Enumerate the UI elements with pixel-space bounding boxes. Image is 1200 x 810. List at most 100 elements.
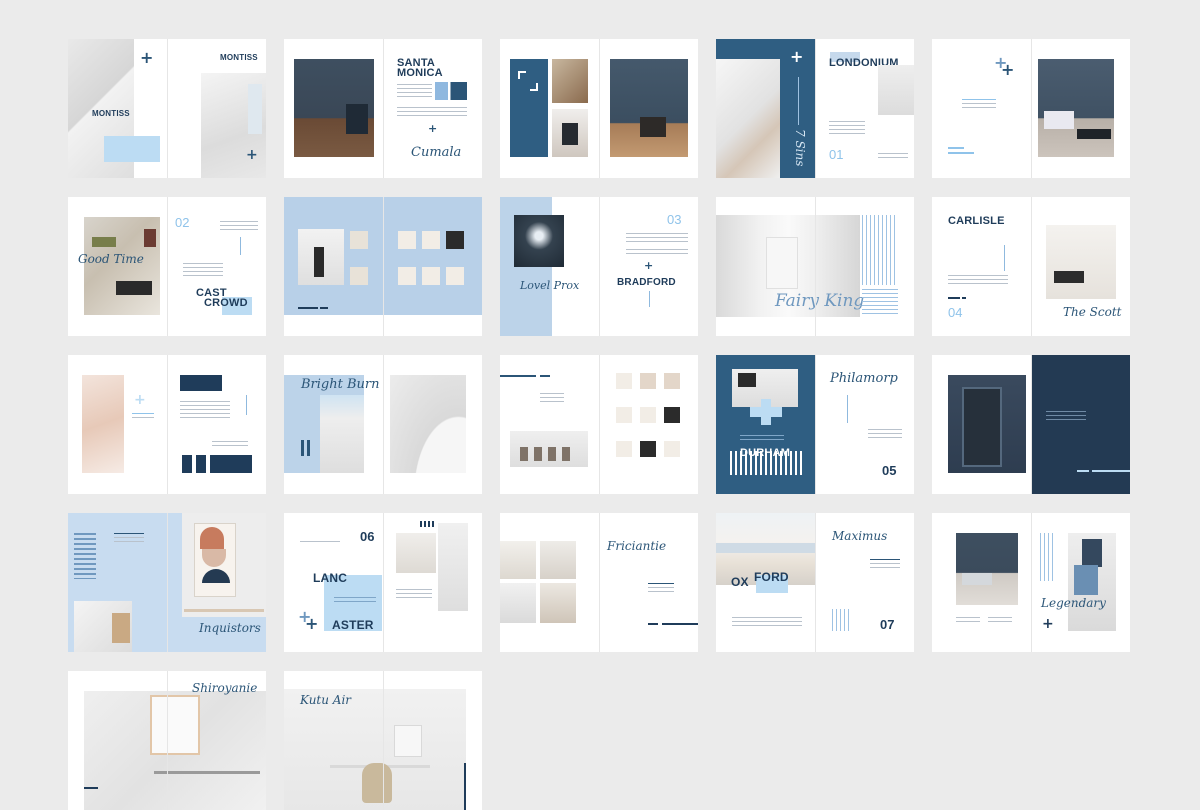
script-title: Inquistors xyxy=(199,621,261,635)
body-text xyxy=(878,153,908,161)
accent-bar xyxy=(540,375,550,377)
title-line1: LANC xyxy=(313,571,348,585)
body-text xyxy=(1046,411,1086,423)
body-text xyxy=(829,121,865,137)
vertical-stripes xyxy=(1040,533,1054,581)
chair-thumb xyxy=(640,441,656,457)
script-title: Cumala xyxy=(411,145,462,160)
divider xyxy=(240,237,241,255)
bed xyxy=(1044,111,1074,129)
plus-icon: + xyxy=(644,259,654,272)
corner-mark xyxy=(530,83,538,91)
spread-legendary[interactable]: Legendary + xyxy=(932,513,1130,652)
spread-durham[interactable]: DURHAM Philamorp 05 xyxy=(716,355,914,494)
spread-fabric[interactable]: + xyxy=(68,355,266,494)
script-title: Philamorp xyxy=(830,371,898,386)
spread-castcrowd[interactable]: Good Time 02 CAST CROWD xyxy=(68,197,266,336)
accent-bar xyxy=(320,307,328,309)
body-text xyxy=(740,435,784,443)
spread-lancaster[interactable]: 06 LANC ASTER + + xyxy=(284,513,482,652)
spread-bright-burn[interactable]: Bright Burn xyxy=(284,355,482,494)
accent-bar xyxy=(648,623,658,625)
vase xyxy=(314,247,324,277)
dark-swatch xyxy=(116,281,152,295)
body-text xyxy=(397,107,467,119)
book-stack xyxy=(1054,271,1084,283)
script-title: 7 Sins xyxy=(793,129,807,167)
doorway xyxy=(766,237,798,289)
script-title: Shiroyanie xyxy=(192,681,258,695)
accent-bar xyxy=(662,623,698,625)
spread-montiss[interactable]: + MONTISS MONTISS + xyxy=(68,39,266,178)
body-text xyxy=(397,84,432,100)
accent-bar xyxy=(84,787,98,789)
divider xyxy=(847,395,848,423)
body-text xyxy=(868,429,902,441)
body-text xyxy=(180,401,230,421)
frame xyxy=(394,725,422,757)
spread-oxford[interactable]: OX FORD Maximus 07 xyxy=(716,513,914,652)
accent-bar xyxy=(500,375,536,377)
title-left: MONTISS xyxy=(92,109,130,118)
title: CARLISLE xyxy=(948,215,1005,227)
art-shape-terracotta xyxy=(200,527,224,549)
chair-thumb xyxy=(664,441,680,457)
desk xyxy=(154,771,260,774)
vase-photo xyxy=(1046,225,1116,299)
chair-thumb xyxy=(350,267,368,285)
chair-thumb xyxy=(422,267,440,285)
body-text xyxy=(626,249,688,257)
section-number: 07 xyxy=(880,617,895,632)
maroon-swatch xyxy=(144,229,156,247)
spread-londonium[interactable]: + 7 Sins LONDONIUM 01 xyxy=(716,39,914,178)
section-number: 03 xyxy=(667,212,682,227)
navy-box xyxy=(180,375,222,391)
frame xyxy=(150,695,200,755)
spread-product-grid[interactable] xyxy=(500,355,698,494)
vase-group xyxy=(520,447,570,461)
spread-fairy-king[interactable]: Fairy King xyxy=(716,197,914,336)
body-text xyxy=(956,617,980,625)
spread-santa-monica[interactable]: SANTA MONICA + Cumala xyxy=(284,39,482,178)
stair-photo xyxy=(320,395,364,473)
vertical-stripes xyxy=(832,609,852,631)
body-text xyxy=(212,441,248,449)
decor-photo xyxy=(500,541,536,579)
stool xyxy=(112,613,130,643)
body-text xyxy=(648,583,674,595)
horizontal-stripes xyxy=(862,289,898,315)
navy-box xyxy=(196,455,206,473)
shelf xyxy=(184,609,264,612)
vase-photo xyxy=(396,533,436,573)
spread-chairs[interactable] xyxy=(500,39,698,178)
horizontal-stripes xyxy=(74,533,96,579)
navy-box xyxy=(210,455,252,473)
script-title: The Scott xyxy=(1063,305,1122,319)
spread-kutu-air[interactable]: Kutu Air xyxy=(284,671,482,810)
spread-shiroyanie[interactable]: Shiroyanie xyxy=(68,671,266,810)
spread-catalogue[interactable] xyxy=(284,197,482,336)
spread-bradford[interactable]: Lovel Prox 03 + BRADFORD xyxy=(500,197,698,336)
lamp-photo xyxy=(514,215,564,267)
body-text xyxy=(962,99,996,111)
section-number: 01 xyxy=(829,147,844,162)
color-blocks xyxy=(435,82,467,100)
spread-friciantie[interactable]: Friciantie xyxy=(500,513,698,652)
chair-thumb xyxy=(422,231,440,249)
spread-inquistors[interactable]: Inquistors xyxy=(68,513,266,652)
spread-carlisle[interactable]: CARLISLE 04 The Scott xyxy=(932,197,1130,336)
navy-bar xyxy=(464,763,466,810)
divider xyxy=(798,77,799,125)
console xyxy=(1077,129,1111,139)
body-text xyxy=(870,559,900,571)
cross-horizontal xyxy=(750,407,782,417)
chair-thumb xyxy=(398,231,416,249)
object-photo xyxy=(552,59,588,103)
armchair xyxy=(640,117,666,137)
blue-swatch xyxy=(1074,565,1098,595)
section-number: 06 xyxy=(360,529,375,544)
accent-bar xyxy=(962,297,966,299)
spread-bedroom[interactable]: + + xyxy=(932,39,1130,178)
spread-doorway[interactable] xyxy=(932,355,1130,494)
accent-bar xyxy=(948,152,974,154)
